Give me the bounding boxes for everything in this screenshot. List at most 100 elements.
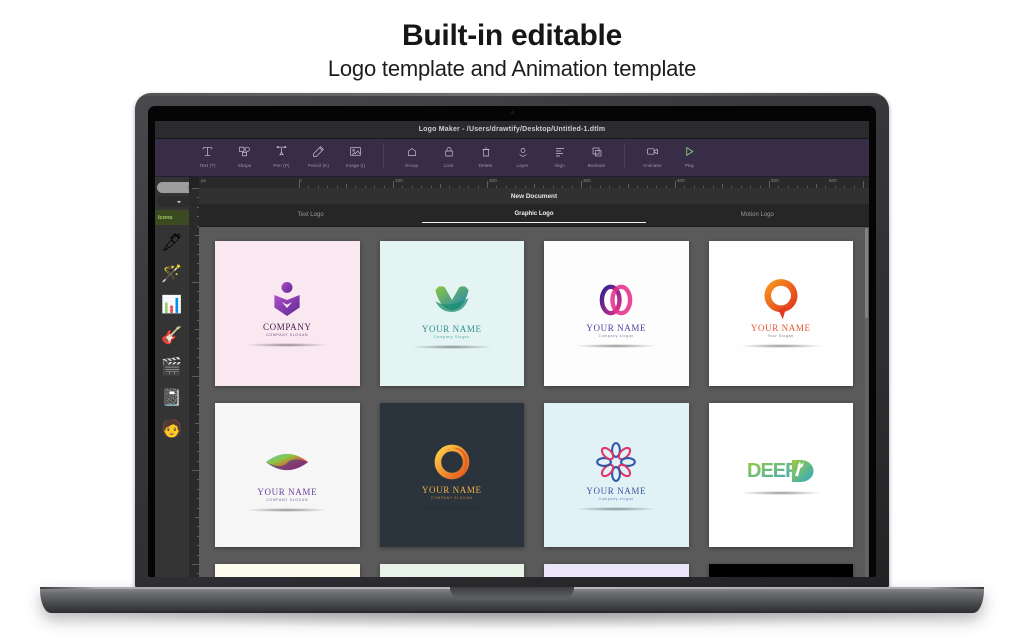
magic-wand-icon[interactable]: 🪄 (155, 258, 189, 289)
presentation-icon[interactable]: 📊 (155, 289, 189, 320)
logo-template-card[interactable]: COMPANYCOMPANY SLOGAN (544, 564, 689, 577)
logo-template-card[interactable]: YOUR NAMECompany Slogan (379, 241, 525, 386)
logo-template-content: YOUR NAMECOMPANY SLOGAN (215, 403, 360, 548)
tool-pen-label: Pen (P) (273, 163, 290, 168)
new-document-modal: New Document Text Logo Graphic Logo Moti… (199, 188, 869, 577)
clapperboard-icon[interactable]: 🎬 (155, 351, 189, 382)
ruler-tick-300: 300 (583, 178, 591, 183)
toolbar-divider-1 (383, 143, 384, 169)
logo-template-card[interactable]: COMPANY (708, 564, 854, 577)
tool-text[interactable]: Text (T) (189, 139, 226, 168)
laptop-shadow (60, 611, 964, 629)
logo-template-content: YOUR NAME Company slogan (544, 403, 689, 548)
action-boolean[interactable]: Boolean (578, 139, 615, 168)
action-lock[interactable]: Lock (430, 139, 467, 168)
logo-template-card[interactable]: YOUR NAMECOMPANY SLOGAN (215, 564, 360, 577)
action-animator-label: Animator (642, 163, 663, 168)
tool-pencil[interactable]: Pencil (K) (300, 139, 337, 168)
logo-template-content: YOUR NAMECompany Slogan (380, 241, 525, 386)
tool-image[interactable]: Image (I) (337, 139, 374, 168)
laptop-bezel: Logo Maker - /Users/drawtify/Desktop/Unt… (148, 106, 876, 577)
ruler-tick (393, 181, 394, 188)
action-group-label: Group (404, 163, 419, 168)
music-guitar-icon[interactable]: 🎸 (155, 320, 189, 351)
tab-text-logo[interactable]: Text Logo (199, 208, 422, 223)
tool-shape[interactable]: Shape (226, 139, 263, 168)
laptop-base (40, 587, 984, 613)
action-play[interactable]: Play (671, 139, 708, 168)
logo-template-slogan: Company slogan (598, 496, 634, 501)
action-layer-label: Layer (516, 163, 529, 168)
logo-template-content: DEER DEER (709, 403, 854, 548)
pencil-tool-icon (312, 143, 325, 160)
tool-shape-label: Shape (237, 163, 252, 168)
action-align[interactable]: Align (541, 139, 578, 168)
logo-template-slogan: Company Slogan (433, 335, 470, 340)
modal-scrollbar[interactable] (865, 228, 868, 577)
logo-artwork (430, 440, 474, 484)
logo-template-card[interactable]: YOUR NAME Company slogan (544, 402, 689, 548)
logo-template-content: YOUR NAMECOMPANY SLOGAN (380, 403, 525, 548)
logo-template-card[interactable]: YOUR NAME Company slogan (544, 241, 689, 386)
laptop-mockup: Logo Maker - /Users/drawtify/Desktop/Unt… (40, 93, 984, 629)
logo-template-title: YOUR NAME (421, 324, 482, 335)
notebook-quill-icon[interactable]: 📓 (155, 382, 189, 413)
logo-template-slogan: COMPANY SLOGAN (266, 497, 309, 502)
ruler-tick (192, 376, 199, 377)
logo-template-title: YOUR NAME (586, 485, 647, 496)
action-animator[interactable]: Animator (634, 139, 671, 168)
trash-icon (480, 143, 492, 160)
action-delete-label: Delete (478, 163, 493, 168)
action-group[interactable]: Group (393, 139, 430, 168)
action-layer[interactable]: Layer (504, 139, 541, 168)
category-label: Icons (158, 214, 173, 221)
toolbar-divider-2 (624, 143, 625, 169)
logo-artwork (594, 278, 638, 322)
logo-drop-shadow (245, 507, 330, 512)
pen-tool-icon (275, 143, 288, 160)
ruler-tick (192, 470, 199, 471)
logo-template-card[interactable]: COMPANYCOMPANY SLOGAN (215, 241, 360, 386)
modal-title-bar: New Document (199, 188, 869, 204)
logo-template-card[interactable]: YOUR NAMECOMPANY SLOGAN (215, 402, 360, 548)
tool-pen[interactable]: Pen (P) (263, 139, 300, 168)
logo-template-card[interactable]: DEER DEER (708, 402, 854, 548)
logo-template-card[interactable]: YOUR NAME Your Slogan (708, 241, 853, 386)
logo-drop-shadow (574, 506, 659, 511)
ruler-tick (863, 181, 864, 188)
lock-icon (443, 143, 455, 160)
tab-motion-logo[interactable]: Motion Logo (646, 208, 869, 223)
ruler-unit-label: px (201, 178, 206, 183)
tool-text-label: Text (T) (199, 163, 216, 168)
logo-drop-shadow (409, 505, 494, 510)
category-dropdown[interactable] (157, 196, 189, 207)
logo-template-slogan: COMPANY SLOGAN (430, 495, 473, 500)
logo-template-content: COMPANY (709, 564, 854, 577)
action-delete[interactable]: Delete (467, 139, 504, 168)
logo-artwork (429, 277, 475, 323)
shape-tool-icon (238, 143, 251, 160)
category-header: Icons (155, 210, 189, 225)
tab-graphic-logo[interactable]: Graphic Logo (422, 207, 646, 223)
search-input[interactable] (157, 182, 189, 193)
modal-tabs: Text Logo Graphic Logo Motion Logo (199, 204, 869, 227)
logo-drop-shadow (574, 344, 659, 349)
logo-artwork: DEER (746, 455, 816, 485)
logo-template-card[interactable]: YOUR NAMECOMPANY SLOGAN (379, 402, 525, 548)
logo-template-slogan: Company slogan (598, 334, 634, 339)
template-grid: COMPANY COMPANY SLOGAN YOUR NAME Company S… (199, 227, 869, 577)
logo-template-title: YOUR NAME (421, 484, 482, 495)
pen-nib-icon[interactable]: 🖋 (155, 227, 189, 258)
icon-library-list[interactable]: 🖋 🪄 📊 🎸 🎬 📓 🧑 (155, 227, 189, 577)
action-lock-label: Lock (443, 163, 454, 168)
modal-scrollbar-thumb[interactable] (865, 228, 868, 318)
image-tool-icon (349, 143, 362, 160)
logo-template-card[interactable]: YOUR NAMECompany Slogan (379, 564, 524, 577)
person-icon[interactable]: 🧑 (155, 413, 189, 444)
headline-block: Built-in editable Logo template and Anim… (0, 18, 1024, 82)
logo-template-title: COMPANY (263, 322, 312, 333)
ruler-tick (299, 181, 300, 188)
logo-artwork (593, 439, 639, 485)
app-toolbar: Text (T) Shape Pen (P) Pencil (K) Image … (155, 139, 869, 177)
ruler-tick (192, 282, 199, 283)
